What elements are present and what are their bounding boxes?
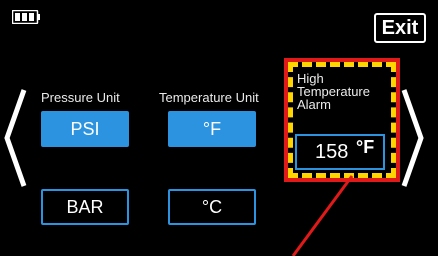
chevron-right-icon[interactable] (400, 86, 426, 190)
temperature-fahrenheit-button[interactable]: °F (168, 111, 256, 147)
high-temp-alarm-label-line3: Alarm (297, 97, 331, 112)
pressure-unit-label: Pressure Unit (41, 90, 120, 105)
pressure-psi-button[interactable]: PSI (41, 111, 129, 147)
alarm-value-unit: °F (356, 137, 375, 157)
battery-icon (12, 10, 40, 24)
pressure-bar-button[interactable]: BAR (41, 189, 129, 225)
temperature-unit-label: Temperature Unit (159, 90, 259, 105)
exit-button[interactable]: Exit (374, 13, 426, 43)
tpms-settings-screen: Exit Pressure Unit PSI BAR Temperature U… (0, 0, 438, 256)
chevron-left-icon[interactable] (2, 86, 28, 190)
alarm-value-number: 158 (315, 141, 349, 163)
temperature-celsius-button[interactable]: °C (168, 189, 256, 225)
high-temp-alarm-value-field[interactable]: 158 °F (295, 134, 385, 170)
